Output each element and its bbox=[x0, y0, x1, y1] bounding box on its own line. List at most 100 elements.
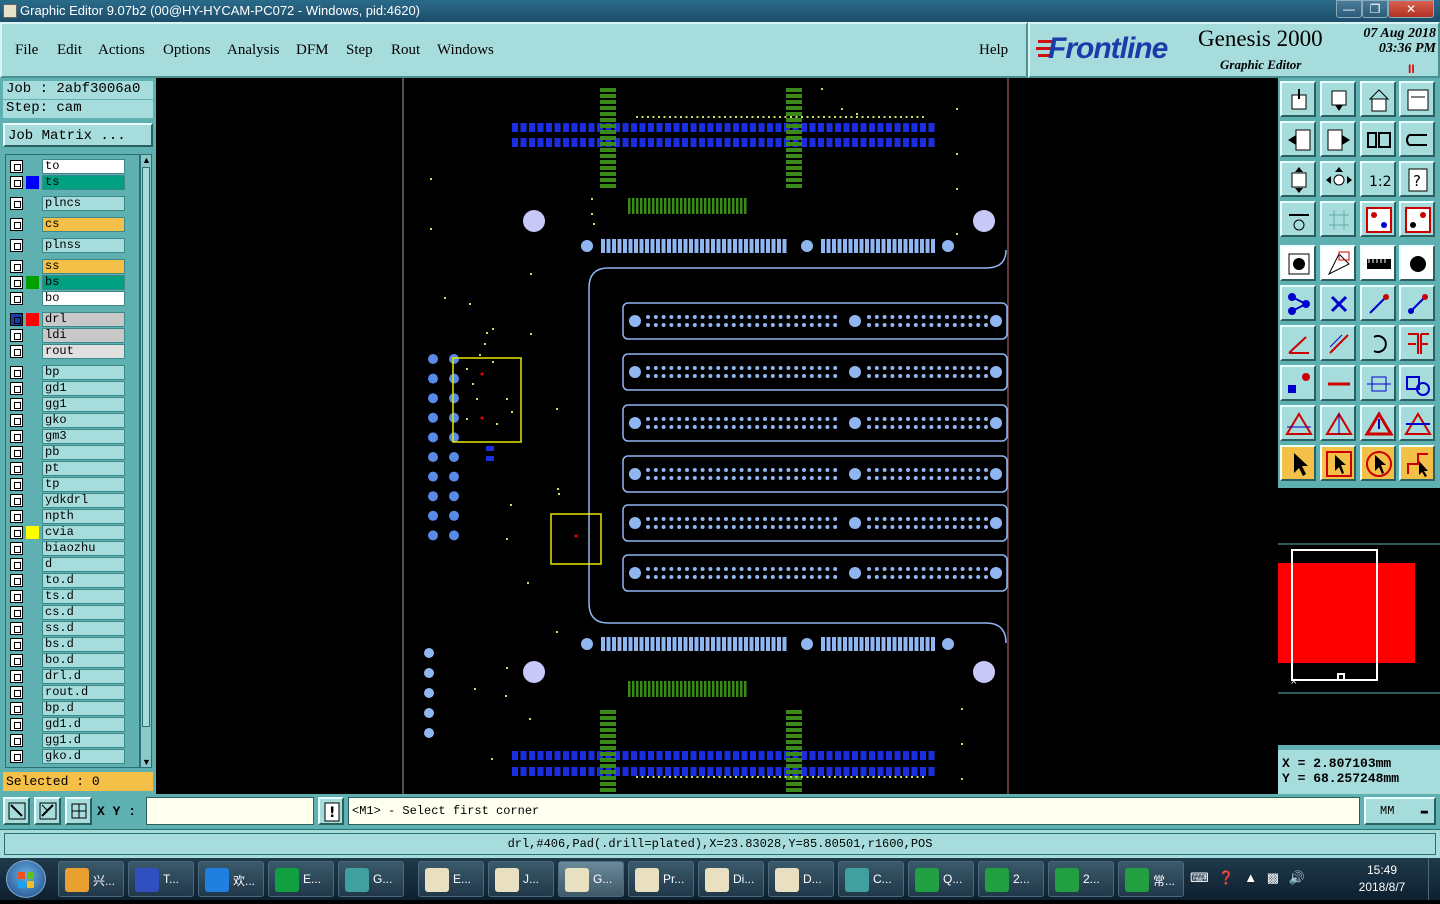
pad-icon[interactable] bbox=[1280, 245, 1316, 281]
green-pad[interactable] bbox=[708, 198, 711, 214]
green-pad[interactable] bbox=[732, 198, 735, 214]
smd-pad[interactable] bbox=[716, 767, 722, 776]
test-point[interactable] bbox=[817, 776, 820, 778]
smd-pad[interactable] bbox=[571, 138, 578, 147]
connector-pin[interactable] bbox=[960, 517, 965, 521]
connector-pin[interactable] bbox=[874, 468, 879, 472]
connector-pin[interactable] bbox=[976, 417, 981, 421]
connector-pin[interactable] bbox=[874, 366, 879, 370]
connector-pin[interactable] bbox=[724, 323, 728, 327]
smd-pad[interactable] bbox=[665, 767, 671, 776]
connector-pin[interactable] bbox=[708, 525, 713, 529]
taskbar-item[interactable]: E... bbox=[418, 861, 484, 897]
connector-pin[interactable] bbox=[809, 417, 814, 421]
smd-pad[interactable] bbox=[588, 767, 595, 776]
smd-pad[interactable] bbox=[648, 767, 654, 776]
job-matrix-button[interactable]: Job Matrix ... bbox=[3, 123, 153, 147]
test-point[interactable] bbox=[872, 776, 875, 778]
layer-name[interactable]: ss.d bbox=[42, 621, 125, 636]
test-point[interactable] bbox=[850, 776, 853, 778]
connector-pin[interactable] bbox=[763, 525, 767, 529]
smd-pad[interactable] bbox=[682, 123, 688, 132]
layer-name[interactable]: ldi bbox=[42, 328, 125, 343]
layer-row-bs[interactable]: bs bbox=[8, 275, 127, 290]
green-pad[interactable] bbox=[660, 198, 663, 214]
pad[interactable] bbox=[826, 239, 831, 253]
connector-pin[interactable] bbox=[763, 468, 767, 472]
connector-pin[interactable] bbox=[708, 366, 713, 370]
connector-pin[interactable] bbox=[794, 476, 799, 480]
layer-row-gko[interactable]: gko bbox=[8, 413, 127, 428]
connector-pin[interactable] bbox=[708, 517, 713, 521]
connector-pin[interactable] bbox=[747, 468, 752, 472]
layer-red-icon[interactable] bbox=[1360, 201, 1396, 237]
test-point[interactable] bbox=[900, 776, 902, 778]
connector-pin[interactable] bbox=[724, 468, 728, 472]
green-pad[interactable] bbox=[786, 758, 802, 762]
green-pad[interactable] bbox=[712, 681, 715, 697]
smd-pad[interactable] bbox=[928, 138, 935, 147]
connector-pin[interactable] bbox=[984, 468, 988, 472]
connector-pin[interactable] bbox=[984, 323, 988, 327]
connector-pin[interactable] bbox=[739, 417, 744, 421]
layer-checkbox[interactable] bbox=[10, 670, 23, 683]
connector-pin[interactable] bbox=[913, 575, 918, 579]
green-pad[interactable] bbox=[680, 198, 683, 214]
green-pad[interactable] bbox=[786, 776, 802, 780]
connector-pin[interactable] bbox=[990, 567, 1002, 579]
connector-pin[interactable] bbox=[952, 476, 957, 480]
connector-pin[interactable] bbox=[755, 425, 760, 429]
connector-pin[interactable] bbox=[685, 525, 689, 529]
test-point[interactable] bbox=[444, 297, 446, 299]
smd-pad[interactable] bbox=[656, 138, 663, 147]
pad[interactable] bbox=[892, 637, 897, 651]
connector-pin[interactable] bbox=[976, 517, 981, 521]
green-pad[interactable] bbox=[786, 728, 802, 732]
layer-name[interactable]: rout.d bbox=[42, 685, 125, 700]
green-pad[interactable] bbox=[648, 681, 651, 697]
pad[interactable] bbox=[727, 239, 732, 253]
smd-pad[interactable] bbox=[928, 767, 935, 776]
connector-pin[interactable] bbox=[700, 417, 705, 421]
connector-pin[interactable] bbox=[770, 425, 775, 429]
test-point[interactable] bbox=[956, 233, 958, 235]
connector-pin[interactable] bbox=[921, 468, 926, 472]
test-point[interactable] bbox=[856, 776, 858, 778]
via[interactable] bbox=[428, 373, 438, 384]
pad[interactable] bbox=[612, 637, 616, 651]
connector-pin[interactable] bbox=[653, 417, 658, 421]
connector-pin[interactable] bbox=[794, 374, 799, 378]
smd-pad[interactable] bbox=[920, 138, 926, 147]
test-point[interactable] bbox=[696, 116, 699, 118]
connector-pin[interactable] bbox=[739, 323, 744, 327]
connector-pin[interactable] bbox=[802, 315, 806, 319]
layer-checkbox[interactable] bbox=[10, 345, 23, 358]
connector-pin[interactable] bbox=[786, 374, 791, 378]
smd-pad[interactable] bbox=[588, 123, 595, 132]
grid-icon[interactable] bbox=[1320, 201, 1356, 237]
test-point[interactable] bbox=[883, 776, 886, 778]
green-pad[interactable] bbox=[600, 172, 616, 176]
green-pad[interactable] bbox=[636, 681, 639, 697]
smd-pad[interactable] bbox=[818, 767, 824, 776]
connector-pin[interactable] bbox=[794, 417, 799, 421]
test-point[interactable] bbox=[472, 383, 474, 385]
smd-pad[interactable] bbox=[546, 751, 552, 760]
connector-pin[interactable] bbox=[921, 525, 926, 529]
connector-pin[interactable] bbox=[692, 476, 697, 480]
pad[interactable] bbox=[722, 637, 726, 651]
connector-pin[interactable] bbox=[882, 417, 887, 421]
connector-pin[interactable] bbox=[817, 323, 822, 327]
test-point[interactable] bbox=[812, 776, 814, 778]
connector-pin[interactable] bbox=[646, 374, 650, 378]
layer-name[interactable]: plnss bbox=[42, 238, 125, 253]
smd-pad[interactable] bbox=[741, 751, 748, 760]
layer-checkbox[interactable] bbox=[10, 526, 23, 539]
zoom-area-icon[interactable] bbox=[3, 797, 30, 825]
connector-pin[interactable] bbox=[778, 323, 783, 327]
connector-pin[interactable] bbox=[809, 374, 814, 378]
smd-pad[interactable] bbox=[563, 767, 569, 776]
test-point[interactable] bbox=[839, 776, 842, 778]
connector-pin[interactable] bbox=[882, 315, 887, 319]
taskbar-item[interactable]: G... bbox=[338, 861, 404, 897]
